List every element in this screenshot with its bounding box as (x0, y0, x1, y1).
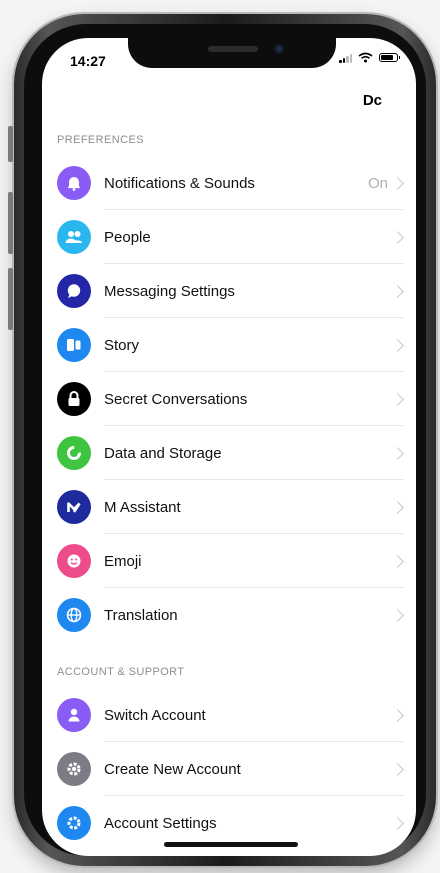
mute-switch (8, 126, 13, 162)
settings-row-label: Secret Conversations (104, 390, 248, 408)
speaker (208, 46, 258, 52)
gear-icon (57, 752, 91, 786)
chevron-right-icon (391, 230, 404, 244)
person-icon (57, 698, 91, 732)
header-action-button[interactable]: Dc (363, 92, 382, 109)
story-icon (57, 328, 91, 362)
settings-row-label: Emoji (104, 552, 142, 570)
section-preferences-title: PREFERENCES (57, 134, 144, 146)
settings-row-m-assistant[interactable]: M Assistant (42, 480, 416, 534)
screen: 14:27 Dc PREFERENCES Notifications & Sou… (42, 38, 416, 856)
settings-row-label: People (104, 228, 151, 246)
wifi-icon (358, 52, 373, 63)
settings-row-label: Translation (104, 606, 178, 624)
m-assistant-icon (57, 490, 91, 524)
people-icon (57, 220, 91, 254)
smiley-icon (57, 544, 91, 578)
settings-row-data-and-storage[interactable]: Data and Storage (42, 426, 416, 480)
settings-row-label: M Assistant (104, 498, 181, 516)
section-account-support-title: ACCOUNT & SUPPORT (57, 666, 185, 678)
settings-row-translation[interactable]: Translation (42, 588, 416, 642)
lock-icon (57, 382, 91, 416)
globe-icon (57, 598, 91, 632)
chat-bubble-icon (57, 274, 91, 308)
chevron-right-icon (391, 554, 404, 568)
settings-row-create-new-account[interactable]: Create New Account (42, 742, 416, 796)
chevron-right-icon (391, 608, 404, 622)
battery-icon (379, 53, 400, 62)
chevron-right-icon (391, 816, 404, 830)
settings-row-label: Messaging Settings (104, 282, 235, 300)
cellular-signal-icon (339, 53, 352, 63)
chevron-right-icon (391, 762, 404, 776)
settings-row-label: Data and Storage (104, 444, 222, 462)
chevron-right-icon (391, 446, 404, 460)
settings-row-notifications-sounds[interactable]: Notifications & Sounds On (42, 156, 416, 210)
volume-up-button (8, 192, 13, 254)
volume-down-button (8, 268, 13, 330)
home-indicator[interactable] (164, 842, 298, 847)
settings-row-messaging-settings[interactable]: Messaging Settings (42, 264, 416, 318)
settings-row-people[interactable]: People (42, 210, 416, 264)
notch (128, 38, 336, 68)
settings-row-emoji[interactable]: Emoji (42, 534, 416, 588)
settings-row-switch-account[interactable]: Switch Account (42, 688, 416, 742)
settings-row-secret-conversations[interactable]: Secret Conversations (42, 372, 416, 426)
chevron-right-icon (391, 500, 404, 514)
bell-icon (57, 166, 91, 200)
settings-row-label: Switch Account (104, 706, 206, 724)
notifications-status-value: On (367, 174, 388, 192)
status-time: 14:27 (70, 53, 106, 69)
settings-row-label: Notifications & Sounds (104, 174, 255, 192)
chevron-right-icon (391, 708, 404, 722)
settings-row-label: Create New Account (104, 760, 241, 778)
settings-row-label: Story (104, 336, 140, 354)
front-camera (274, 44, 284, 54)
data-circle-icon (57, 436, 91, 470)
chevron-right-icon (391, 392, 404, 406)
chevron-right-icon (391, 284, 404, 298)
chevron-right-icon (391, 338, 404, 352)
gear-icon (57, 806, 91, 840)
settings-row-story[interactable]: Story (42, 318, 416, 372)
chevron-right-icon (391, 176, 404, 190)
status-icons (339, 52, 400, 63)
settings-row-label: Account Settings (104, 814, 217, 832)
